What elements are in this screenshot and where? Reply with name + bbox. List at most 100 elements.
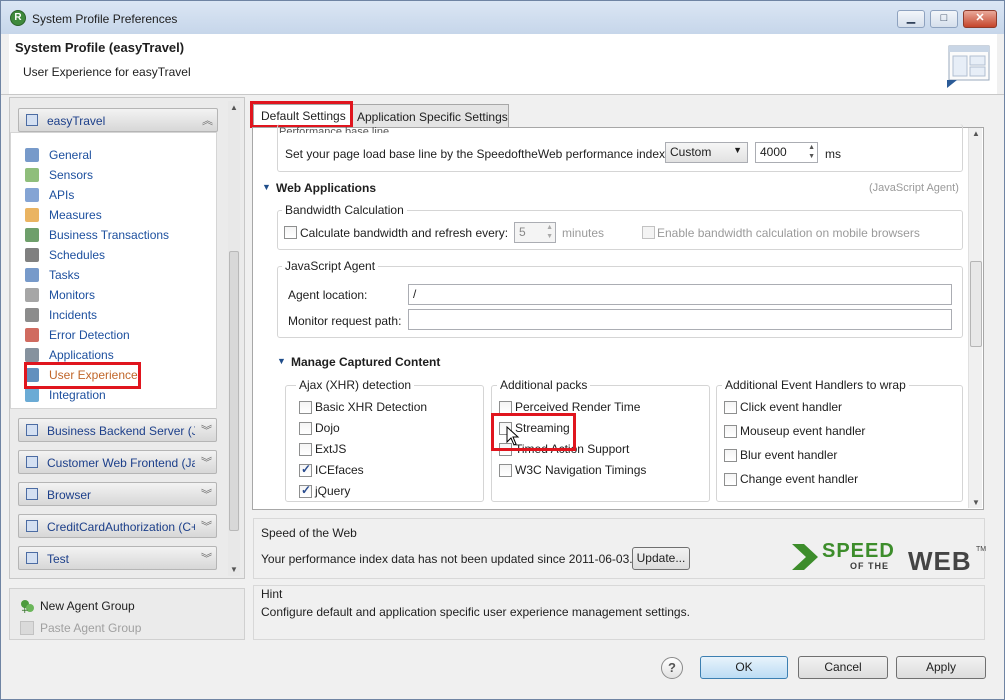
- captured-content-heading: Manage Captured Content: [291, 355, 441, 369]
- integration-icon: [25, 388, 39, 402]
- additional-packs-legend: Additional packs: [497, 378, 591, 392]
- ajax-legend: Ajax (XHR) detection: [296, 378, 415, 392]
- bandwidth-minutes-value: 5: [519, 225, 526, 239]
- agent-group-header[interactable]: Browser ︾: [18, 482, 217, 506]
- checkbox-label: ExtJS: [315, 442, 347, 456]
- close-button[interactable]: ✕: [963, 10, 997, 28]
- icefaces-checkbox[interactable]: [299, 462, 312, 477]
- checkbox-label: Click event handler: [740, 400, 843, 414]
- sidebar-item-label: General: [49, 148, 92, 162]
- click-event-handler-checkbox[interactable]: [724, 401, 737, 414]
- speed-of-the-web-logo: SPEED OF THE WEB TM: [792, 540, 986, 576]
- speed-logo-text: SPEED: [822, 540, 895, 562]
- calculate-bandwidth-checkbox[interactable]: [284, 226, 297, 239]
- sidebar-item-label: Sensors: [49, 168, 94, 182]
- bandwidth-minutes-unit: minutes: [562, 226, 605, 240]
- checkbox-label: Blur event handler: [740, 448, 838, 462]
- title-bar: R System Profile Preferences ▁ □ ✕: [1, 1, 1004, 34]
- sidebar-item-label: Integration: [49, 388, 106, 402]
- agent-group-header[interactable]: Test ︾: [18, 546, 217, 570]
- checkbox-label: ICEfaces: [315, 463, 364, 477]
- measures-icon: [25, 208, 39, 222]
- scroll-up-arrow-icon[interactable]: ▲: [972, 129, 980, 138]
- business-transactions-icon: [25, 228, 39, 242]
- mobile-bandwidth-checkbox: [642, 226, 655, 239]
- collapse-web-apps-icon[interactable]: ▼: [262, 182, 271, 192]
- basic-xhr-detection-checkbox[interactable]: [299, 401, 312, 414]
- javascript-agent-legend: JavaScript Agent: [282, 259, 379, 273]
- agent-location-label: Agent location:: [288, 288, 368, 302]
- w3c-navigation-timings-checkbox[interactable]: [499, 464, 512, 477]
- user-experience-icon: [25, 368, 39, 382]
- baseline-value: 4000: [760, 145, 787, 159]
- group-label: easyTravel: [47, 114, 106, 128]
- checkbox-label: Dojo: [315, 421, 340, 435]
- minimize-button[interactable]: ▁: [897, 10, 925, 28]
- calculate-bandwidth-label: Calculate bandwidth and refresh every:: [300, 226, 509, 240]
- event-handlers-legend: Additional Event Handlers to wrap: [722, 378, 909, 392]
- checkbox-label: Mouseup event handler: [740, 424, 866, 438]
- hint-panel: Hint Configure default and application s…: [253, 585, 985, 640]
- agent-group-header[interactable]: Business Backend Server (Java) ︾: [18, 418, 217, 442]
- content-scrollbar[interactable]: ▲ ▼: [968, 128, 982, 508]
- ok-button[interactable]: OK: [700, 656, 788, 679]
- help-icon[interactable]: ?: [661, 657, 683, 679]
- apply-button[interactable]: Apply: [896, 656, 986, 679]
- agent-group-header[interactable]: Customer Web Frontend (Java) ︾: [18, 450, 217, 474]
- scroll-down-arrow-icon[interactable]: ▼: [230, 565, 238, 574]
- agent-location-input[interactable]: /: [408, 284, 952, 305]
- group-easytravel[interactable]: easyTravel ︽: [18, 108, 218, 132]
- scroll-down-arrow-icon[interactable]: ▼: [972, 498, 980, 507]
- blur-event-handler-checkbox[interactable]: [724, 449, 737, 462]
- sidebar-item-label: Schedules: [49, 248, 106, 262]
- collapse-captured-content-icon[interactable]: ▼: [277, 356, 286, 366]
- monitor-request-path-input[interactable]: [408, 309, 952, 330]
- jquery-checkbox[interactable]: [299, 483, 312, 498]
- app-icon: R: [10, 10, 26, 26]
- new-agent-group-link[interactable]: New Agent Group: [40, 599, 135, 613]
- agent-group-label: CreditCardAuthorization (C++): [47, 520, 195, 534]
- chevron-down-icon: ︾: [201, 457, 212, 469]
- checkbox-label: Basic XHR Detection: [315, 400, 428, 414]
- agent-group-label: Browser: [47, 488, 92, 502]
- sidebar-item-label: Measures: [49, 208, 102, 222]
- dropdown-arrow-icon: ▼: [733, 145, 742, 155]
- hint-title: Hint: [261, 587, 283, 601]
- agent-group-icon: [26, 488, 38, 500]
- settings-content-panel: Performance base line Set your page load…: [252, 124, 984, 510]
- extjs-checkbox[interactable]: [299, 443, 312, 456]
- spinner-arrows-icon: ▲ ▼: [546, 224, 553, 240]
- window-title: System Profile Preferences: [32, 12, 178, 26]
- chevron-down-icon: ︾: [201, 425, 212, 437]
- nav-scrollbar[interactable]: ▲ ▼: [228, 101, 240, 576]
- cancel-button[interactable]: Cancel: [798, 656, 888, 679]
- change-event-handler-checkbox[interactable]: [724, 473, 737, 486]
- checkbox-label: W3C Navigation Timings: [515, 463, 647, 477]
- page-title: System Profile (easyTravel): [15, 40, 185, 55]
- baseline-select[interactable]: Custom ▼: [665, 142, 748, 163]
- baseline-unit: ms: [825, 147, 841, 161]
- checkbox-label: Change event handler: [740, 472, 859, 486]
- spinner-arrows-icon[interactable]: ▲ ▼: [808, 143, 815, 161]
- dialog-header: System Profile (easyTravel) User Experie…: [9, 34, 997, 94]
- tab-default-settings-label: Default Settings: [261, 109, 346, 123]
- content-scrollbar-thumb[interactable]: [970, 261, 982, 347]
- performance-index-text: Set your page load base line by the Spee…: [285, 147, 669, 161]
- sensors-icon: [25, 168, 39, 182]
- update-button[interactable]: Update...: [632, 547, 690, 570]
- maximize-button[interactable]: □: [930, 10, 958, 28]
- nav-scrollbar-thumb[interactable]: [229, 251, 239, 531]
- bandwidth-legend: Bandwidth Calculation: [282, 203, 407, 217]
- dojo-checkbox[interactable]: [299, 422, 312, 435]
- agent-group-header[interactable]: CreditCardAuthorization (C++) ︾: [18, 514, 217, 538]
- preferences-banner-icon: [947, 45, 990, 88]
- chevron-down-icon: ︾: [201, 521, 212, 533]
- baseline-value-spinner[interactable]: 4000 ▲ ▼: [755, 142, 818, 163]
- speed-logo-of-the: OF THE: [850, 561, 889, 571]
- sidebar-item-label: Error Detection: [49, 328, 130, 342]
- perceived-render-time-checkbox[interactable]: [499, 401, 512, 414]
- baseline-select-value: Custom: [670, 145, 712, 159]
- mouseup-event-handler-checkbox[interactable]: [724, 425, 737, 438]
- speed-logo-tm: TM: [976, 546, 987, 553]
- scroll-up-arrow-icon[interactable]: ▲: [230, 103, 238, 112]
